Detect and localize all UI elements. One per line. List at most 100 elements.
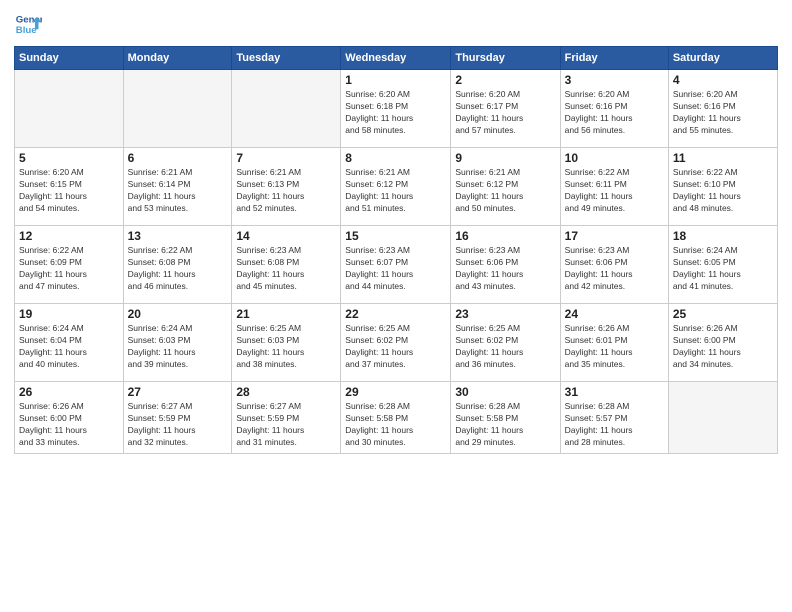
day-number: 3 xyxy=(565,73,664,87)
day-cell: 29 Sunrise: 6:28 AMSunset: 5:58 PMDayligh… xyxy=(341,382,451,454)
day-cell: 13 Sunrise: 6:22 AMSunset: 6:08 PMDayligh… xyxy=(123,226,232,304)
day-cell: 1 Sunrise: 6:20 AMSunset: 6:18 PMDaylight… xyxy=(341,70,451,148)
day-cell: 3 Sunrise: 6:20 AMSunset: 6:16 PMDaylight… xyxy=(560,70,668,148)
header: General Blue xyxy=(14,10,778,38)
day-info: Sunrise: 6:22 AMSunset: 6:11 PMDaylight:… xyxy=(565,167,664,215)
weekday-header-monday: Monday xyxy=(123,47,232,70)
day-info: Sunrise: 6:21 AMSunset: 6:14 PMDaylight:… xyxy=(128,167,228,215)
day-cell: 11 Sunrise: 6:22 AMSunset: 6:10 PMDayligh… xyxy=(668,148,777,226)
day-info: Sunrise: 6:23 AMSunset: 6:06 PMDaylight:… xyxy=(455,245,555,293)
day-info: Sunrise: 6:22 AMSunset: 6:08 PMDaylight:… xyxy=(128,245,228,293)
day-number: 6 xyxy=(128,151,228,165)
day-cell: 24 Sunrise: 6:26 AMSunset: 6:01 PMDayligh… xyxy=(560,304,668,382)
day-cell: 27 Sunrise: 6:27 AMSunset: 5:59 PMDayligh… xyxy=(123,382,232,454)
day-cell: 9Sunrise: 6:21 AMSunset: 6:12 PMDaylight… xyxy=(451,148,560,226)
day-number: 9 xyxy=(455,151,555,165)
day-number: 8 xyxy=(345,151,446,165)
day-info: Sunrise: 6:28 AMSunset: 5:57 PMDaylight:… xyxy=(565,401,664,449)
day-cell: 20 Sunrise: 6:24 AMSunset: 6:03 PMDayligh… xyxy=(123,304,232,382)
day-cell: 10 Sunrise: 6:22 AMSunset: 6:11 PMDayligh… xyxy=(560,148,668,226)
day-cell xyxy=(232,70,341,148)
weekday-header-saturday: Saturday xyxy=(668,47,777,70)
day-number: 21 xyxy=(236,307,336,321)
day-info: Sunrise: 6:25 AMSunset: 6:02 PMDaylight:… xyxy=(455,323,555,371)
day-info: Sunrise: 6:26 AMSunset: 6:00 PMDaylight:… xyxy=(673,323,773,371)
day-info: Sunrise: 6:27 AMSunset: 5:59 PMDaylight:… xyxy=(236,401,336,449)
day-number: 10 xyxy=(565,151,664,165)
day-number: 5 xyxy=(19,151,119,165)
day-number: 13 xyxy=(128,229,228,243)
day-info: Sunrise: 6:22 AMSunset: 6:10 PMDaylight:… xyxy=(673,167,773,215)
day-info: Sunrise: 6:24 AMSunset: 6:03 PMDaylight:… xyxy=(128,323,228,371)
weekday-header-friday: Friday xyxy=(560,47,668,70)
logo: General Blue xyxy=(14,10,42,38)
day-number: 17 xyxy=(565,229,664,243)
day-info: Sunrise: 6:28 AMSunset: 5:58 PMDaylight:… xyxy=(345,401,446,449)
day-info: Sunrise: 6:25 AMSunset: 6:02 PMDaylight:… xyxy=(345,323,446,371)
weekday-header-row: SundayMondayTuesdayWednesdayThursdayFrid… xyxy=(15,47,778,70)
day-cell: 21 Sunrise: 6:25 AMSunset: 6:03 PMDayligh… xyxy=(232,304,341,382)
day-info: Sunrise: 6:20 AMSunset: 6:16 PMDaylight:… xyxy=(673,89,773,137)
day-number: 11 xyxy=(673,151,773,165)
day-number: 28 xyxy=(236,385,336,399)
day-number: 1 xyxy=(345,73,446,87)
day-number: 2 xyxy=(455,73,555,87)
day-info: Sunrise: 6:21 AMSunset: 6:12 PMDaylight:… xyxy=(345,167,446,215)
day-cell: 6 Sunrise: 6:21 AMSunset: 6:14 PMDaylight… xyxy=(123,148,232,226)
svg-text:Blue: Blue xyxy=(16,25,37,36)
weekday-header-wednesday: Wednesday xyxy=(341,47,451,70)
day-info: Sunrise: 6:27 AMSunset: 5:59 PMDaylight:… xyxy=(128,401,228,449)
day-cell: 12Sunrise: 6:22 AMSunset: 6:09 PMDayligh… xyxy=(15,226,124,304)
weekday-header-tuesday: Tuesday xyxy=(232,47,341,70)
calendar-page: General Blue SundayMondayTuesdayWednesda… xyxy=(0,0,792,612)
day-info: Sunrise: 6:25 AMSunset: 6:03 PMDaylight:… xyxy=(236,323,336,371)
day-info: Sunrise: 6:21 AMSunset: 6:13 PMDaylight:… xyxy=(236,167,336,215)
day-cell: 23 Sunrise: 6:25 AMSunset: 6:02 PMDayligh… xyxy=(451,304,560,382)
day-cell: 26 Sunrise: 6:26 AMSunset: 6:00 PMDayligh… xyxy=(15,382,124,454)
day-number: 7 xyxy=(236,151,336,165)
week-row-4: 19 Sunrise: 6:24 AMSunset: 6:04 PMDayligh… xyxy=(15,304,778,382)
calendar-table: SundayMondayTuesdayWednesdayThursdayFrid… xyxy=(14,46,778,454)
day-number: 24 xyxy=(565,307,664,321)
day-cell xyxy=(668,382,777,454)
day-number: 4 xyxy=(673,73,773,87)
day-info: Sunrise: 6:23 AMSunset: 6:07 PMDaylight:… xyxy=(345,245,446,293)
day-cell: 7 Sunrise: 6:21 AMSunset: 6:13 PMDaylight… xyxy=(232,148,341,226)
day-cell: 14 Sunrise: 6:23 AMSunset: 6:08 PMDayligh… xyxy=(232,226,341,304)
day-info: Sunrise: 6:26 AMSunset: 6:01 PMDaylight:… xyxy=(565,323,664,371)
day-number: 19 xyxy=(19,307,119,321)
day-cell: 15 Sunrise: 6:23 AMSunset: 6:07 PMDayligh… xyxy=(341,226,451,304)
day-cell: 2 Sunrise: 6:20 AMSunset: 6:17 PMDaylight… xyxy=(451,70,560,148)
week-row-1: 1 Sunrise: 6:20 AMSunset: 6:18 PMDaylight… xyxy=(15,70,778,148)
day-number: 16 xyxy=(455,229,555,243)
day-number: 20 xyxy=(128,307,228,321)
logo-icon: General Blue xyxy=(14,10,42,38)
day-cell xyxy=(15,70,124,148)
day-number: 27 xyxy=(128,385,228,399)
day-info: Sunrise: 6:24 AMSunset: 6:04 PMDaylight:… xyxy=(19,323,119,371)
day-number: 23 xyxy=(455,307,555,321)
day-info: Sunrise: 6:23 AMSunset: 6:06 PMDaylight:… xyxy=(565,245,664,293)
day-info: Sunrise: 6:20 AMSunset: 6:16 PMDaylight:… xyxy=(565,89,664,137)
day-info: Sunrise: 6:26 AMSunset: 6:00 PMDaylight:… xyxy=(19,401,119,449)
day-cell xyxy=(123,70,232,148)
day-number: 29 xyxy=(345,385,446,399)
day-number: 14 xyxy=(236,229,336,243)
day-number: 22 xyxy=(345,307,446,321)
day-info: Sunrise: 6:20 AMSunset: 6:18 PMDaylight:… xyxy=(345,89,446,137)
day-cell: 16 Sunrise: 6:23 AMSunset: 6:06 PMDayligh… xyxy=(451,226,560,304)
week-row-5: 26 Sunrise: 6:26 AMSunset: 6:00 PMDayligh… xyxy=(15,382,778,454)
day-cell: 28 Sunrise: 6:27 AMSunset: 5:59 PMDayligh… xyxy=(232,382,341,454)
day-info: Sunrise: 6:20 AMSunset: 6:17 PMDaylight:… xyxy=(455,89,555,137)
day-cell: 17 Sunrise: 6:23 AMSunset: 6:06 PMDayligh… xyxy=(560,226,668,304)
day-cell: 25Sunrise: 6:26 AMSunset: 6:00 PMDayligh… xyxy=(668,304,777,382)
day-number: 15 xyxy=(345,229,446,243)
day-info: Sunrise: 6:22 AMSunset: 6:09 PMDaylight:… xyxy=(19,245,119,293)
day-number: 31 xyxy=(565,385,664,399)
day-info: Sunrise: 6:28 AMSunset: 5:58 PMDaylight:… xyxy=(455,401,555,449)
day-info: Sunrise: 6:23 AMSunset: 6:08 PMDaylight:… xyxy=(236,245,336,293)
day-number: 26 xyxy=(19,385,119,399)
weekday-header-thursday: Thursday xyxy=(451,47,560,70)
day-cell: 5Sunrise: 6:20 AMSunset: 6:15 PMDaylight… xyxy=(15,148,124,226)
day-cell: 22 Sunrise: 6:25 AMSunset: 6:02 PMDayligh… xyxy=(341,304,451,382)
